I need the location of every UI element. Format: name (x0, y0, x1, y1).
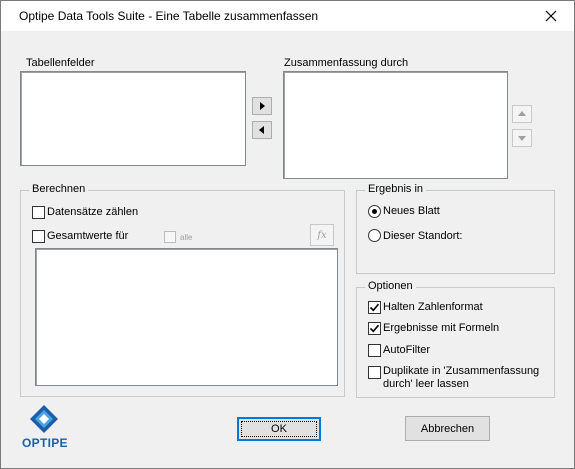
count-records-checkbox[interactable] (32, 206, 45, 219)
totals-checkbox[interactable] (32, 230, 45, 243)
close-button[interactable] (528, 1, 574, 31)
totals-list[interactable] (35, 248, 338, 386)
checkmark-icon (369, 303, 380, 312)
zusammenfassung-list[interactable] (283, 71, 508, 179)
move-down-button[interactable] (512, 129, 532, 147)
duplicates-blank-label-line1: Duplikate in 'Zusammenfassung (383, 365, 540, 377)
results-with-formulas-checkbox[interactable] (368, 322, 381, 335)
optipe-logo-text: OPTIPE (22, 436, 68, 450)
dialog-window: Optipe Data Tools Suite - Eine Tabelle z… (0, 0, 575, 469)
neues-blatt-label: Neues Blatt (383, 205, 440, 217)
optipe-logo-icon (30, 405, 58, 433)
fx-button[interactable]: fx (310, 224, 334, 246)
triangle-up-icon (518, 111, 526, 116)
title-bar: Optipe Data Tools Suite - Eine Tabelle z… (1, 1, 574, 31)
tabellenfelder-list[interactable] (20, 71, 246, 166)
radio-selected-dot (372, 209, 377, 214)
focus-rectangle (241, 421, 317, 437)
duplicates-blank-checkbox[interactable] (368, 366, 381, 379)
move-left-button[interactable] (252, 121, 272, 139)
totals-label: Gesamtwerte für (47, 230, 129, 242)
tabellenfelder-label: Tabellenfelder (26, 57, 95, 69)
triangle-down-icon (518, 136, 526, 141)
fx-label: fx (317, 229, 327, 241)
window-title: Optipe Data Tools Suite - Eine Tabelle z… (19, 9, 319, 23)
move-right-button[interactable] (252, 97, 272, 115)
cancel-button[interactable]: Abbrechen (405, 416, 490, 441)
dieser-standort-radio[interactable] (368, 229, 381, 242)
results-with-formulas-label: Ergebnisse mit Formeln (383, 322, 500, 334)
dieser-standort-label: Dieser Standort: (383, 230, 463, 242)
all-checkbox[interactable] (164, 231, 176, 243)
optipe-logo (27, 404, 61, 434)
triangle-left-icon (259, 126, 264, 134)
autofilter-checkbox[interactable] (368, 344, 381, 357)
ok-button[interactable]: OK (237, 417, 321, 441)
checkmark-icon (369, 324, 380, 333)
triangle-right-icon (260, 102, 265, 110)
autofilter-label: AutoFilter (383, 344, 431, 356)
all-label: alle (180, 233, 193, 242)
duplicates-blank-label-line2: durch' leer lassen (383, 378, 469, 390)
ergebnis-title: Ergebnis in (365, 183, 427, 195)
keep-number-format-label: Halten Zahlenformat (383, 301, 483, 313)
neues-blatt-radio[interactable] (368, 205, 381, 218)
close-icon (545, 10, 557, 22)
zusammenfassung-label: Zusammenfassung durch (284, 57, 409, 69)
optionen-title: Optionen (365, 280, 416, 292)
count-records-label: Datensätze zählen (47, 206, 139, 218)
move-up-button[interactable] (512, 105, 532, 123)
berechnen-title: Berechnen (29, 183, 89, 195)
cancel-button-label: Abbrechen (420, 422, 475, 435)
keep-number-format-checkbox[interactable] (368, 301, 381, 314)
